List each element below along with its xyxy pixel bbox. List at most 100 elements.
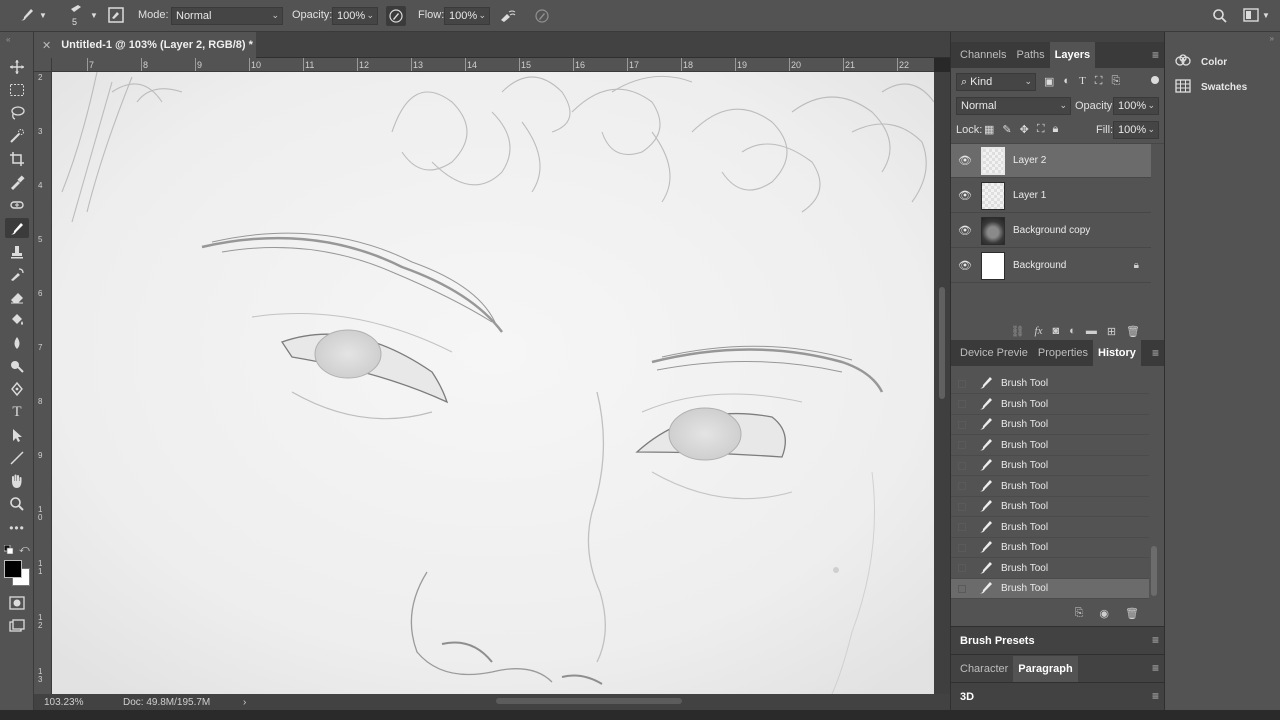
color-panel-button[interactable]: Color bbox=[1165, 50, 1280, 74]
visibility-eye-icon[interactable]: 👁︎ bbox=[951, 189, 979, 202]
zoom-tool-icon[interactable] bbox=[5, 494, 29, 514]
brush-tool-preset-picker[interactable]: ▼ bbox=[18, 7, 47, 23]
tab-paragraph[interactable]: Paragraph bbox=[1013, 655, 1078, 682]
tab-channels[interactable]: Channels bbox=[955, 42, 1011, 68]
history-state-row[interactable]: Brush Tool bbox=[951, 395, 1149, 415]
blend-mode-dropdown[interactable]: Normal ⌄ bbox=[956, 97, 1071, 115]
link-layers-icon[interactable]: ⛓︎ bbox=[1011, 325, 1025, 338]
fill-field[interactable]: 100% ⌄ bbox=[1113, 121, 1159, 139]
hand-tool-icon[interactable] bbox=[5, 471, 29, 491]
visibility-eye-icon[interactable]: 👁︎ bbox=[951, 259, 979, 272]
horizontal-ruler[interactable]: 7 8 9 10 11 12 13 14 15 16 17 18 19 20 21 22 bbox=[52, 58, 934, 72]
status-menu-arrow-icon[interactable]: › bbox=[243, 697, 246, 708]
filter-type-icon[interactable]: T bbox=[1079, 75, 1086, 88]
pen-tool-icon[interactable] bbox=[5, 379, 29, 399]
zoom-level[interactable]: 103.23% bbox=[44, 697, 83, 708]
dodge-tool-icon[interactable] bbox=[5, 356, 29, 376]
history-state-row[interactable]: Brush Tool bbox=[951, 538, 1149, 558]
opacity-field[interactable]: 100% ⌄ bbox=[332, 7, 378, 25]
history-state-row[interactable]: Brush Tool bbox=[951, 456, 1149, 476]
layer-row[interactable]: 👁︎ Layer 2 bbox=[951, 144, 1151, 178]
delete-layer-icon[interactable]: 🗑︎ bbox=[1126, 325, 1140, 338]
swap-colors-icon[interactable]: ⤺ bbox=[19, 544, 30, 555]
lock-all-icon[interactable]: 🔒︎ bbox=[1053, 123, 1059, 136]
history-source-checkbox[interactable] bbox=[958, 420, 966, 429]
chevron-down-icon[interactable]: ▼ bbox=[1262, 11, 1270, 20]
clone-stamp-tool-icon[interactable] bbox=[5, 241, 29, 261]
history-state-row[interactable]: Brush Tool bbox=[951, 579, 1149, 599]
lock-artboard-icon[interactable]: ⛶ bbox=[1037, 123, 1045, 136]
panel-menu-icon[interactable]: ≡ bbox=[1152, 689, 1159, 703]
history-source-checkbox[interactable] bbox=[958, 502, 966, 511]
history-source-checkbox[interactable] bbox=[958, 482, 966, 490]
lasso-tool-icon[interactable] bbox=[5, 103, 29, 123]
more-tools-icon[interactable]: ••• bbox=[5, 518, 29, 538]
panel-menu-icon[interactable]: ≡ bbox=[1152, 633, 1159, 647]
new-group-icon[interactable]: ▬ bbox=[1086, 325, 1097, 337]
history-state-row[interactable]: Brush Tool bbox=[951, 374, 1149, 394]
history-source-checkbox[interactable] bbox=[958, 584, 966, 593]
path-selection-tool-icon[interactable] bbox=[5, 425, 29, 445]
history-state-row[interactable]: Brush Tool bbox=[951, 415, 1149, 435]
add-mask-icon[interactable]: ◙ bbox=[1053, 325, 1060, 337]
tab-history[interactable]: History bbox=[1093, 340, 1141, 366]
tab-3d[interactable]: 3D bbox=[955, 684, 979, 710]
blur-tool-icon[interactable] bbox=[5, 333, 29, 353]
history-source-checkbox[interactable] bbox=[958, 564, 966, 572]
healing-brush-tool-icon[interactable] bbox=[5, 195, 29, 215]
lock-pixels-icon[interactable]: ✎ bbox=[1002, 123, 1011, 136]
screen-mode-icon[interactable] bbox=[5, 616, 29, 636]
history-source-checkbox[interactable] bbox=[958, 523, 966, 531]
image-canvas[interactable] bbox=[52, 72, 934, 694]
layer-row[interactable]: 👁︎ Background 🔒︎ bbox=[951, 249, 1151, 283]
pressure-opacity-icon[interactable] bbox=[386, 6, 406, 26]
type-tool-icon[interactable]: T bbox=[5, 402, 29, 422]
new-layer-icon[interactable]: ⊞ bbox=[1107, 325, 1116, 338]
panel-menu-icon[interactable]: ≡ bbox=[1152, 346, 1159, 360]
line-tool-icon[interactable] bbox=[5, 448, 29, 468]
visibility-eye-icon[interactable]: 👁︎ bbox=[951, 224, 979, 237]
scroll-thumb[interactable] bbox=[939, 287, 945, 399]
brush-size-picker[interactable]: 5 bbox=[66, 3, 86, 29]
history-source-checkbox[interactable] bbox=[958, 543, 966, 552]
add-layer-style-icon[interactable]: fx bbox=[1035, 325, 1043, 337]
history-state-row[interactable]: Brush Tool bbox=[951, 559, 1149, 579]
mode-dropdown[interactable]: Normal ⌄ bbox=[171, 7, 283, 25]
lock-position-icon[interactable]: ✥ bbox=[1020, 123, 1029, 136]
move-tool-icon[interactable] bbox=[5, 57, 29, 77]
history-state-row[interactable]: Brush Tool bbox=[951, 518, 1149, 538]
vertical-scrollbar[interactable] bbox=[934, 72, 950, 694]
layer-row[interactable]: 👁︎ Background copy bbox=[951, 214, 1151, 248]
delete-state-icon[interactable]: 🗑︎ bbox=[1125, 607, 1139, 620]
tab-brush-presets[interactable]: Brush Presets bbox=[955, 628, 1040, 654]
foreground-color-swatch[interactable] bbox=[4, 560, 22, 578]
paint-bucket-tool-icon[interactable] bbox=[5, 310, 29, 330]
history-source-checkbox[interactable] bbox=[958, 441, 966, 449]
new-document-from-state-icon[interactable]: ⎘ bbox=[1075, 607, 1084, 620]
marquee-tool-icon[interactable] bbox=[5, 80, 29, 100]
lock-transparent-icon[interactable]: ▦ bbox=[984, 123, 994, 136]
tab-layers[interactable]: Layers bbox=[1049, 42, 1096, 68]
close-icon[interactable]: ✕ bbox=[42, 39, 51, 52]
workspace-icon[interactable] bbox=[1243, 8, 1259, 22]
history-state-row[interactable]: Brush Tool bbox=[951, 477, 1149, 497]
search-icon[interactable] bbox=[1212, 8, 1228, 24]
collapse-icon[interactable]: « bbox=[6, 35, 10, 44]
eyedropper-tool-icon[interactable] bbox=[5, 172, 29, 192]
pressure-size-icon[interactable] bbox=[534, 8, 550, 24]
brush-panel-toggle-icon[interactable] bbox=[108, 7, 124, 23]
crop-tool-icon[interactable] bbox=[5, 149, 29, 169]
history-scrollbar[interactable] bbox=[1151, 546, 1157, 596]
layer-opacity-field[interactable]: 100% ⌄ bbox=[1113, 97, 1159, 115]
filter-shape-icon[interactable]: ⛶ bbox=[1095, 75, 1103, 88]
quick-selection-tool-icon[interactable] bbox=[5, 126, 29, 146]
panel-menu-icon[interactable]: ≡ bbox=[1152, 661, 1159, 675]
chevron-down-icon[interactable]: ▼ bbox=[90, 11, 98, 20]
eraser-tool-icon[interactable] bbox=[5, 287, 29, 307]
panel-menu-icon[interactable]: ≡ bbox=[1152, 48, 1159, 62]
quick-mask-icon[interactable] bbox=[5, 593, 29, 613]
expand-icon[interactable]: » bbox=[1270, 34, 1274, 43]
tab-device-preview[interactable]: Device Previe bbox=[955, 340, 1033, 366]
filter-pixel-icon[interactable]: ▣ bbox=[1044, 75, 1054, 88]
history-brush-tool-icon[interactable] bbox=[5, 264, 29, 284]
